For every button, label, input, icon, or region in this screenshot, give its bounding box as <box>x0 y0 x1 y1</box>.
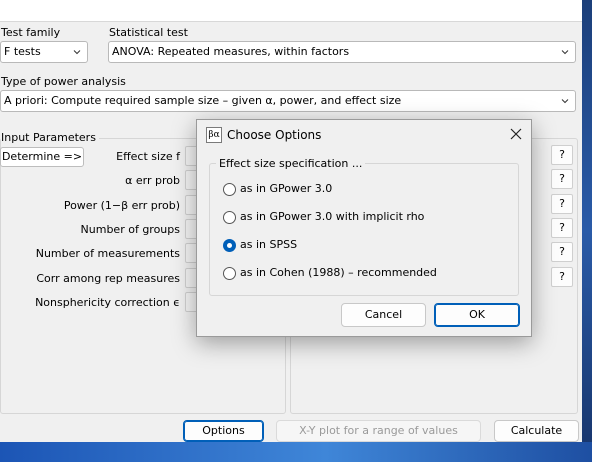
statistical-test-label: Statistical test <box>109 26 188 39</box>
top-panel <box>0 0 582 22</box>
corr-among-rep-label: Corr among rep measures <box>36 272 180 285</box>
app-icon-text: βα <box>208 130 220 140</box>
help-button[interactable]: ? <box>551 242 573 262</box>
options-button[interactable]: Options <box>183 420 264 442</box>
chevron-down-icon <box>73 50 81 55</box>
power-analysis-value: A priori: Compute required sample size –… <box>4 94 402 107</box>
number-of-measurements-label: Number of measurements <box>35 247 180 260</box>
help-button[interactable]: ? <box>551 194 573 214</box>
radio-label: as in SPSS <box>240 238 298 251</box>
effect-size-label: Effect size f <box>116 150 180 163</box>
desktop-wallpaper-right <box>582 0 592 462</box>
cancel-button[interactable]: Cancel <box>341 303 426 327</box>
power-analysis-select[interactable]: A priori: Compute required sample size –… <box>0 90 576 112</box>
statistical-test-value: ANOVA: Repeated measures, within factors <box>112 45 350 58</box>
gpower-app-icon: βα <box>206 127 222 143</box>
radio-label: as in GPower 3.0 with implicit rho <box>240 210 425 223</box>
power-label: Power (1−β err prob) <box>63 199 180 212</box>
radio-label: as in GPower 3.0 <box>240 182 333 195</box>
number-of-groups-label: Number of groups <box>80 223 180 236</box>
calculate-button[interactable]: Calculate <box>494 420 579 442</box>
power-analysis-label: Type of power analysis <box>1 75 126 88</box>
choose-options-dialog: βα Choose Options Effect size specificat… <box>196 119 532 337</box>
radio-button[interactable] <box>223 183 236 196</box>
test-family-label: Test family <box>1 26 61 39</box>
test-family-select[interactable]: F tests <box>0 41 88 63</box>
close-icon[interactable] <box>510 128 522 140</box>
radio-button-checked[interactable] <box>223 239 236 252</box>
nonsphericity-label: Nonsphericity correction ϵ <box>35 296 180 309</box>
help-button[interactable]: ? <box>551 145 573 165</box>
effect-size-spec-title: Effect size specification ... <box>216 157 366 170</box>
radio-button[interactable] <box>223 267 236 280</box>
radio-button[interactable] <box>223 211 236 224</box>
ok-button[interactable]: OK <box>434 303 520 327</box>
help-button[interactable]: ? <box>551 267 573 287</box>
statistical-test-select[interactable]: ANOVA: Repeated measures, within factors <box>108 41 576 63</box>
desktop-wallpaper-bottom <box>0 442 592 462</box>
chevron-down-icon <box>561 50 569 55</box>
alpha-err-prob-label: α err prob <box>125 174 180 187</box>
help-button[interactable]: ? <box>551 169 573 189</box>
determine-button[interactable]: Determine => <box>0 147 84 167</box>
dialog-title-bar: βα Choose Options <box>197 120 531 150</box>
dialog-title: Choose Options <box>227 128 322 142</box>
radio-label: as in Cohen (1988) – recommended <box>240 266 437 279</box>
xy-plot-button[interactable]: X-Y plot for a range of values <box>276 420 481 442</box>
input-parameters-title: Input Parameters <box>1 131 99 144</box>
test-family-value: F tests <box>4 45 41 58</box>
chevron-down-icon <box>561 99 569 104</box>
help-button[interactable]: ? <box>551 218 573 238</box>
